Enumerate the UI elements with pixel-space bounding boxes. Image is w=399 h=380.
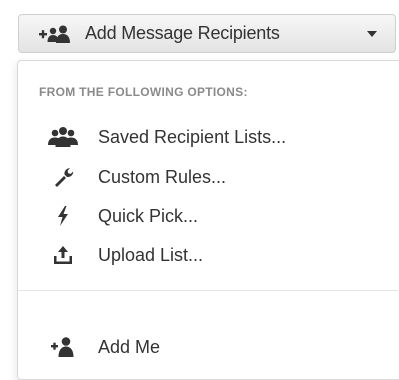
menu-item-label: Custom Rules... bbox=[98, 166, 227, 187]
user-add-icon bbox=[46, 336, 80, 358]
menu-item-quick-pick[interactable]: Quick Pick... bbox=[18, 198, 398, 234]
wrench-icon bbox=[46, 166, 80, 188]
caret-down-icon bbox=[367, 31, 377, 37]
menu-item-label: Saved Recipient Lists... bbox=[98, 126, 287, 147]
group-icon bbox=[46, 126, 80, 148]
menu-divider bbox=[18, 290, 398, 291]
group-add-icon bbox=[39, 24, 73, 44]
menu-item-custom-rules[interactable]: Custom Rules... bbox=[18, 159, 398, 195]
recipients-dropdown-menu: FROM THE FOLLOWING OPTIONS: Saved Recipi… bbox=[17, 60, 399, 380]
menu-header: FROM THE FOLLOWING OPTIONS: bbox=[39, 85, 248, 99]
menu-item-label: Add Me bbox=[98, 336, 161, 357]
add-message-recipients-button[interactable]: Add Message Recipients bbox=[18, 14, 396, 53]
menu-item-upload-list[interactable]: Upload List... bbox=[18, 237, 398, 273]
menu-item-label: Upload List... bbox=[98, 244, 204, 265]
menu-item-saved-recipient-lists[interactable]: Saved Recipient Lists... bbox=[18, 119, 398, 155]
toggle-label: Add Message Recipients bbox=[85, 23, 280, 43]
bolt-icon bbox=[46, 205, 80, 227]
upload-icon bbox=[46, 244, 80, 266]
menu-item-add-me[interactable]: Add Me bbox=[18, 329, 398, 365]
menu-item-label: Quick Pick... bbox=[98, 205, 199, 226]
